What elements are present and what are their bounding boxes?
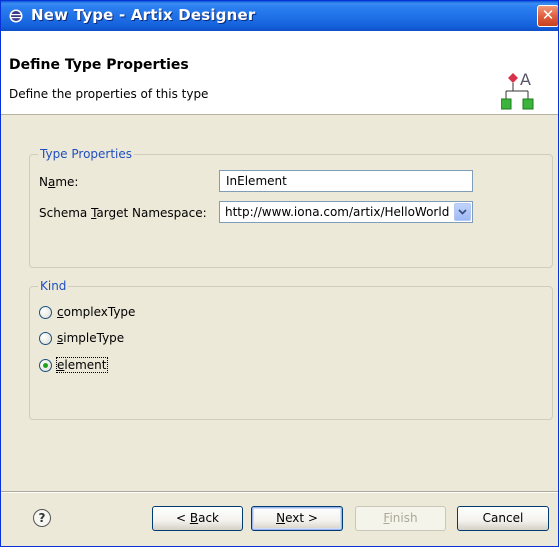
dialog-window: New Type - Artix Designer ✕ Define Type … — [0, 0, 559, 547]
name-input[interactable]: InElement — [219, 170, 473, 192]
help-icon[interactable]: ? — [33, 509, 51, 527]
close-button[interactable]: ✕ — [537, 5, 558, 27]
dropdown-arrow-button[interactable] — [454, 203, 471, 221]
namespace-value: http://www.iona.com/artix/HelloWorld — [225, 205, 450, 219]
page-title: Define Type Properties — [9, 57, 189, 73]
kind-legend: Kind — [38, 279, 69, 293]
chevron-down-icon — [458, 209, 467, 215]
next-button[interactable]: Next > — [251, 506, 343, 531]
radio-selected-dot — [43, 363, 48, 368]
eclipse-app-icon — [9, 9, 23, 23]
page-description: Define the properties of this type — [9, 87, 209, 101]
schema-target-namespace-combo[interactable]: http://www.iona.com/artix/HelloWorld — [219, 201, 473, 223]
close-icon: ✕ — [541, 6, 555, 24]
finish-button[interactable]: Finish — [355, 506, 446, 531]
radio-button-icon[interactable] — [39, 332, 52, 345]
cancel-button[interactable]: Cancel — [457, 506, 549, 531]
window-title: New Type - Artix Designer — [31, 6, 256, 24]
schema-target-namespace-label: Schema Target Namespace: — [39, 206, 207, 220]
radio-button-icon-selected[interactable] — [39, 359, 52, 372]
radio-simpletype-label: simpleType — [57, 331, 125, 345]
radio-button-icon[interactable] — [39, 306, 52, 319]
svg-text:A: A — [520, 70, 531, 89]
radio-element-label: element — [56, 357, 108, 373]
radio-complextype-label: complexType — [57, 305, 136, 319]
name-label: Name: — [39, 175, 79, 189]
button-bar-separator — [1, 491, 558, 493]
title-bar[interactable]: New Type - Artix Designer ✕ — [1, 1, 558, 31]
type-hierarchy-icon: A — [501, 70, 534, 110]
back-button[interactable]: < Back — [152, 506, 243, 531]
type-properties-legend: Type Properties — [38, 147, 135, 161]
wizard-header: Define Type Properties Define the proper… — [1, 31, 558, 115]
